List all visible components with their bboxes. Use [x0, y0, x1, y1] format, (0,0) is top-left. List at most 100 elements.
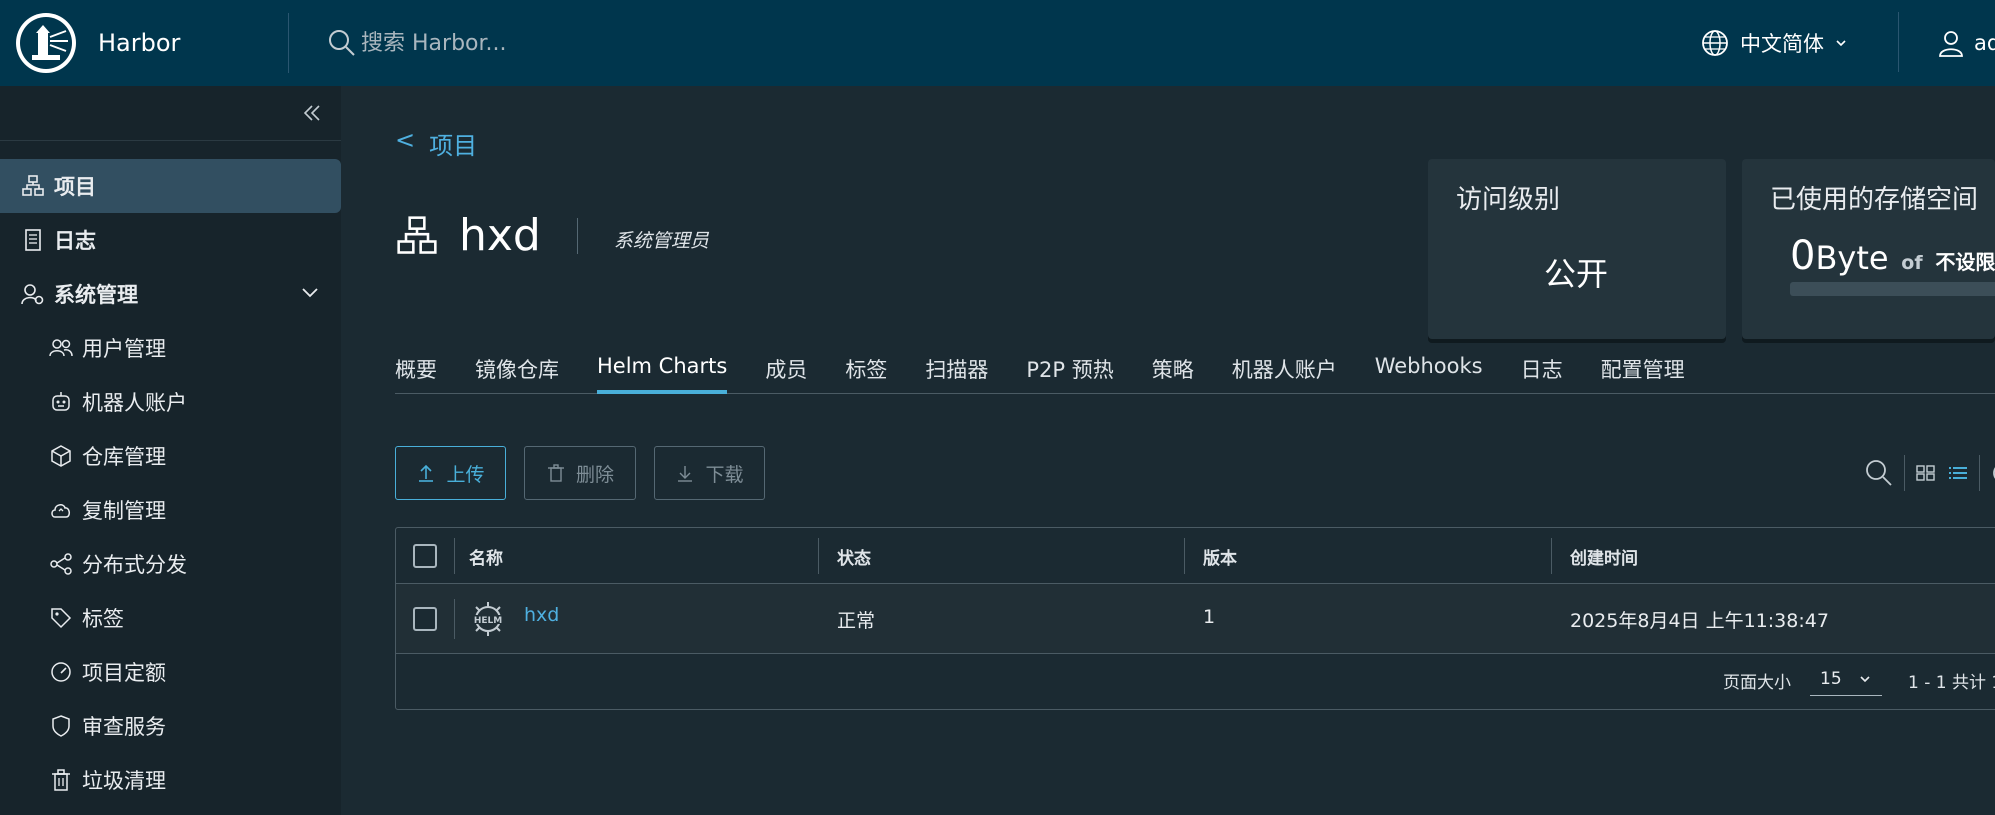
pagination-range: 1 - 1 共计 1 条	[1908, 673, 1995, 693]
column-divider	[454, 538, 455, 574]
page-size-select[interactable]: 15	[1810, 662, 1882, 696]
column-header-version[interactable]: 版本	[1203, 544, 1237, 569]
header-divider-2	[1898, 12, 1899, 72]
page-size-label: 页面大小	[1723, 673, 1791, 693]
tab-logs[interactable]: 日志	[1521, 348, 1563, 394]
sidebar-item-labels[interactable]: 标签	[0, 591, 341, 645]
global-search[interactable]	[327, 0, 1027, 86]
storage-title: 已使用的存储空间	[1770, 185, 1979, 215]
chevron-down-icon	[1836, 40, 1846, 47]
user-menu[interactable]: ad	[1936, 0, 1995, 86]
share-icon	[48, 551, 74, 577]
upload-button[interactable]: 上传	[395, 446, 506, 500]
upload-label: 上传	[446, 463, 485, 486]
users-icon	[48, 335, 74, 361]
tab-policy[interactable]: 策略	[1152, 348, 1194, 394]
sidebar-item-replications[interactable]: 复制管理	[0, 483, 341, 537]
top-header: Harbor 中文简体 ad	[0, 0, 1995, 86]
storage-unit: Byte	[1815, 239, 1889, 277]
tab-members[interactable]: 成员	[765, 348, 807, 394]
sidebar-item-label: 系统管理	[54, 283, 138, 307]
chart-name-link[interactable]: hxd	[524, 604, 559, 626]
user-gear-icon	[20, 281, 46, 307]
sidebar-item-label: 垃圾清理	[82, 769, 166, 793]
sidebar-item-project-quotas[interactable]: 项目定额	[0, 645, 341, 699]
helm-charts-table: 名称 状态 版本 创建时间 HELM hxd 正常 1 2025年8月4日 上午…	[395, 527, 1995, 710]
search-input[interactable]	[361, 30, 861, 56]
search-icon[interactable]	[1864, 458, 1894, 488]
column-divider	[818, 538, 819, 574]
tab-scanner[interactable]: 扫描器	[925, 348, 988, 394]
sidebar-item-garbage-collection[interactable]: 垃圾清理	[0, 753, 341, 807]
download-label: 下载	[705, 463, 744, 486]
sidebar-item-distributions[interactable]: 分布式分发	[0, 537, 341, 591]
delete-button[interactable]: 删除	[524, 446, 636, 500]
column-divider	[454, 599, 455, 639]
table-toolbar	[1864, 446, 1995, 500]
tab-repositories[interactable]: 镜像仓库	[475, 348, 559, 394]
toolbar-divider	[1904, 455, 1905, 491]
svg-text:HELM: HELM	[474, 616, 502, 626]
main-content: < 项目 hxd 系统管理员 访问级别 公开 已使用的存储空间 0Byte of…	[341, 86, 1995, 815]
breadcrumb-projects-link[interactable]: 项目	[429, 126, 477, 161]
tab-labels[interactable]: 标签	[845, 348, 887, 394]
table-row[interactable]: HELM hxd 正常 1 2025年8月4日 上午11:38:47	[396, 584, 1995, 654]
globe-icon	[1702, 30, 1728, 56]
sidebar-item-logs[interactable]: 日志	[0, 213, 341, 267]
list-view-icon[interactable]	[1947, 462, 1969, 484]
download-button[interactable]: 下载	[654, 446, 765, 500]
sidebar-item-label: 项目	[54, 175, 96, 199]
download-icon	[678, 466, 693, 482]
header-divider	[288, 13, 289, 73]
refresh-icon[interactable]	[1990, 460, 1995, 486]
project-header: hxd 系统管理员	[395, 210, 709, 261]
sidebar-item-robot-accounts[interactable]: 机器人账户	[0, 375, 341, 429]
sidebar-item-label: 复制管理	[82, 499, 166, 523]
toolbar-divider	[1979, 455, 1980, 491]
sidebar-item-label: 标签	[82, 607, 124, 631]
chevron-down-icon	[1860, 675, 1870, 682]
brand[interactable]: Harbor	[0, 0, 288, 86]
column-header-name[interactable]: 名称	[469, 544, 503, 569]
project-name: hxd	[459, 210, 541, 261]
row-checkbox[interactable]	[413, 607, 437, 631]
language-selector[interactable]: 中文简体	[1700, 0, 1848, 86]
title-divider	[576, 217, 578, 254]
shield-icon	[48, 713, 74, 739]
sidebar-item-projects[interactable]: 项目	[0, 159, 341, 213]
tab-helm-charts[interactable]: Helm Charts	[597, 348, 728, 394]
project-role: 系统管理员	[613, 230, 709, 252]
sidebar-item-label: 项目定额	[82, 661, 166, 685]
collapse-chevrons-icon[interactable]	[301, 102, 323, 124]
column-header-created[interactable]: 创建时间	[1570, 544, 1638, 569]
sidebar-item-administration[interactable]: 系统管理	[0, 267, 341, 321]
sidebar-item-users[interactable]: 用户管理	[0, 321, 341, 375]
breadcrumb[interactable]: < 项目	[395, 126, 477, 161]
column-header-status[interactable]: 状态	[837, 544, 871, 569]
chevron-down-icon	[302, 288, 318, 298]
tab-webhooks[interactable]: Webhooks	[1375, 348, 1483, 394]
cube-icon	[48, 443, 74, 469]
project-tabs: 概要 镜像仓库 Helm Charts 成员 标签 扫描器 P2P 预热 策略 …	[395, 348, 1995, 394]
cloud-sync-icon	[48, 497, 74, 523]
helm-icon: HELM	[471, 602, 505, 636]
select-all-checkbox[interactable]	[413, 544, 437, 568]
upload-icon	[419, 464, 434, 482]
back-chevron: <	[395, 126, 416, 154]
tag-icon	[48, 605, 74, 631]
sidebar-item-label: 用户管理	[82, 337, 166, 361]
table-header: 名称 状态 版本 创建时间	[396, 528, 1995, 584]
tab-configuration[interactable]: 配置管理	[1601, 348, 1685, 394]
sidebar-item-interrogation-services[interactable]: 审查服务	[0, 699, 341, 753]
tab-p2p-preheat[interactable]: P2P 预热	[1026, 348, 1113, 394]
sidebar-item-registries[interactable]: 仓库管理	[0, 429, 341, 483]
tab-summary[interactable]: 概要	[395, 348, 437, 394]
access-level-value: 公开	[1544, 255, 1609, 293]
access-level-title: 访问级别	[1456, 185, 1561, 215]
sidebar-item-label: 仓库管理	[82, 445, 166, 469]
tab-robot-accounts[interactable]: 机器人账户	[1232, 348, 1337, 394]
sidebar-collapse-row	[0, 86, 341, 141]
card-view-icon[interactable]	[1915, 462, 1937, 484]
table-footer: 页面大小 15 1 - 1 共计 1 条	[396, 654, 1995, 709]
sidebar-item-label: 日志	[54, 229, 96, 253]
